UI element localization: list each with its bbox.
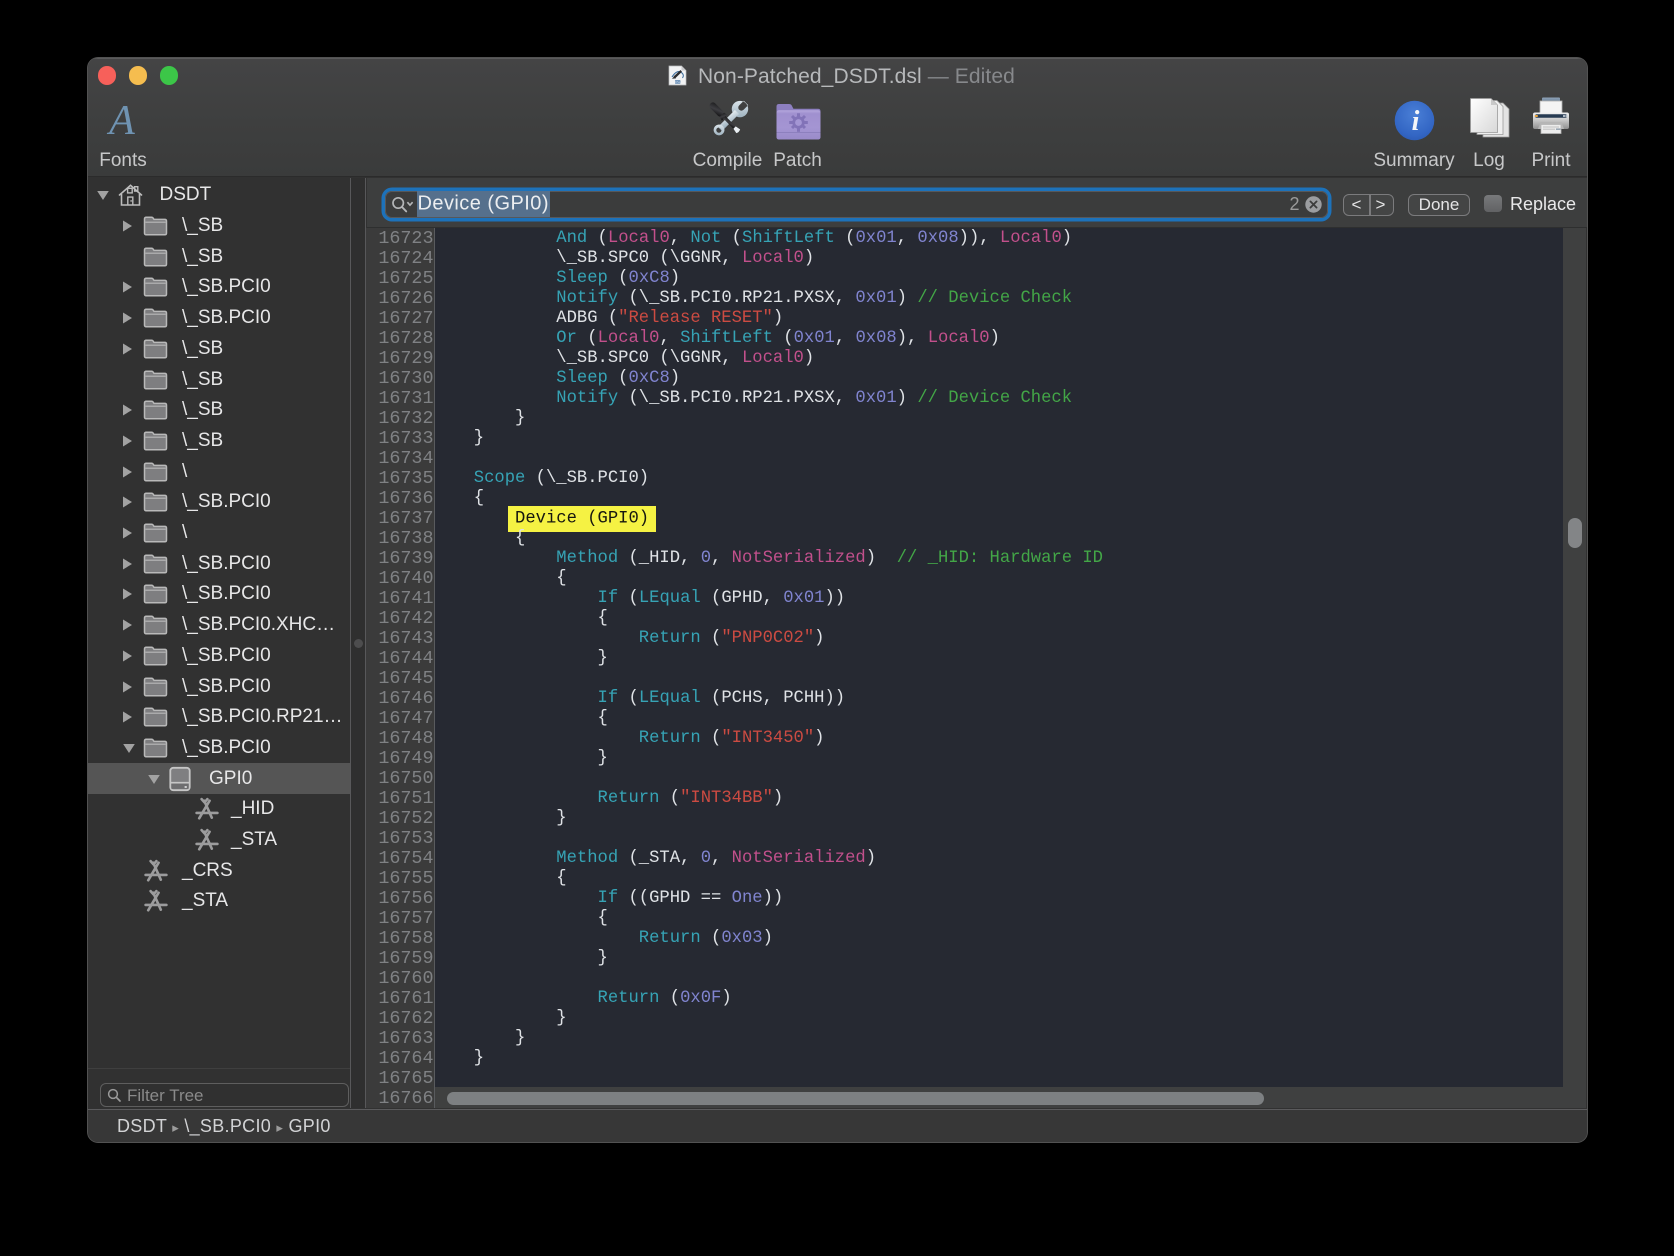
svg-text:DSL: DSL xyxy=(675,79,681,83)
svg-text:i: i xyxy=(1412,106,1420,137)
